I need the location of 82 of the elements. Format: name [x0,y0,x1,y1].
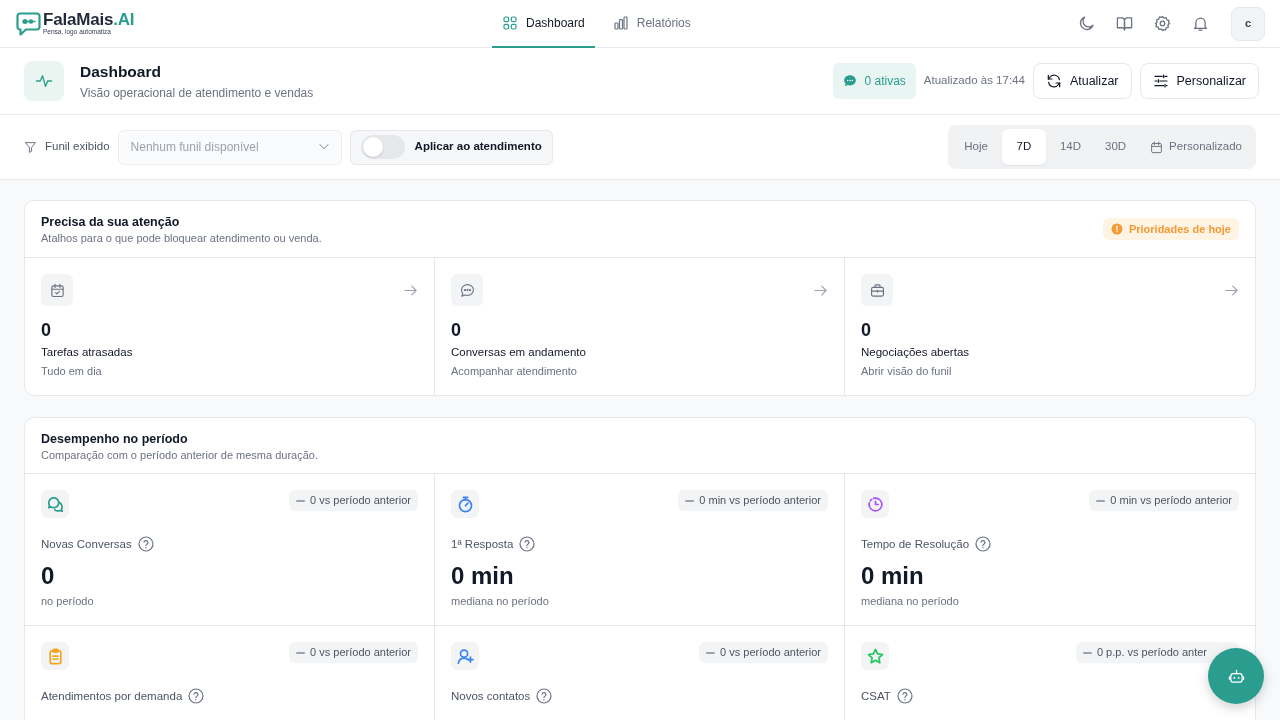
chat-icon [843,74,858,88]
page-title: Dashboard [80,61,162,82]
arrow-right-icon[interactable] [813,282,828,298]
minus-icon [1082,651,1092,654]
nav-tab[interactable]: Relatórios [602,0,701,48]
updated-time: Atualizado às 17:44 [923,73,1025,89]
metric-label: CSAT [861,689,891,704]
delta-text: 0 vs período anterior [720,645,821,661]
metric-value: 0 [41,561,56,591]
refresh-icon [1045,73,1062,89]
delta-text: 0 vs período anterior [310,493,411,509]
panel-title: Desempenho no período [41,431,189,447]
robot-icon [1227,667,1245,685]
minus-icon [706,651,716,654]
help-icon[interactable] [137,536,154,552]
panel-title: Precisa da sua atenção [41,214,181,230]
activity-icon [24,61,64,101]
metric-value: 0 min [451,561,515,591]
moon-icon [1077,15,1095,32]
active-count: 0 ativas [864,73,906,90]
metric-caption: no período [41,594,95,609]
metric-caption: mediana no período [861,594,960,609]
bar-chart-icon [612,15,629,31]
apply-toggle[interactable]: Aplicar ao atendimento [349,129,553,165]
page-subtitle: Visão operacional de atendimento e vendas [80,84,314,101]
toggle-switch[interactable] [360,135,405,159]
funnel-label: Funil exibido [45,139,110,155]
shortcut-count: 0 [861,319,872,341]
delta-text: 0 vs período anterior [310,645,411,661]
logo-icon [16,11,41,36]
help-icon[interactable] [188,688,205,704]
arrow-right-icon[interactable] [1224,282,1239,298]
shortcut-label: Negociações abertas [861,345,971,360]
alert-icon [1110,223,1123,235]
arrow-right-icon[interactable] [403,282,418,298]
help-icon[interactable] [896,688,913,704]
period-tab[interactable]: 30D [1095,129,1137,165]
calendar-check-icon [41,274,73,306]
shortcut-hint: Abrir visão do funil [861,364,953,379]
calendar-icon [1150,140,1164,154]
customize-button[interactable]: Personalizar [1139,63,1259,99]
bell-icon [1191,15,1209,32]
shortcut-count: 0 [41,319,52,341]
panel-subtitle: Atalhos para o que pode bloquear atendimento ou venda. [41,231,322,245]
help-icon[interactable] [519,536,536,552]
delta-text: 0 min vs período anterior [1110,493,1232,509]
period-tab[interactable]: 7D [1001,129,1046,165]
delta-text: 0 min vs período anterior [699,493,821,509]
shortcut-label: Conversas em andamento [451,345,587,360]
refresh-button[interactable]: Atualizar [1032,63,1132,99]
briefcase-icon [861,274,893,306]
help-icon[interactable] [536,688,553,704]
sliders-icon [1152,73,1169,89]
period-tab[interactable]: 14D [1049,129,1091,165]
priority-text: Prioridades de hoje [1128,221,1231,237]
delta-text: 0 p.p. vs período anter [1096,645,1207,661]
shortcut-count: 0 [451,319,462,341]
period-tab[interactable]: Hoje [954,129,998,165]
book-icon [1115,15,1133,32]
metric-caption: mediana no período [451,594,550,609]
minus-icon [296,651,306,654]
minus-icon [296,499,306,502]
user-avatar[interactable]: c [1231,6,1265,41]
settings-icon [1153,15,1171,32]
help-icon[interactable] [975,536,992,552]
metric-value: 0 min [861,561,925,591]
brand-name: FalaMais.AI [43,11,135,28]
metric-label: Novas Conversas [41,537,132,552]
panel-subtitle: Comparação com o período anterior de mesma duração. [41,448,319,462]
minus-icon [1096,499,1106,502]
metric-label: 1ª Resposta [451,537,514,552]
metric-label: Tempo de Resolução [861,537,970,552]
shortcut-hint: Acompanhar atendimento [451,364,578,379]
shortcut-label: Tarefas atrasadas [41,345,134,360]
metric-label: Atendimentos por demanda [41,689,183,704]
grid-icon [502,15,518,31]
minus-icon [685,499,695,502]
period-tab[interactable]: Personalizado [1140,129,1252,165]
shortcut-hint: Tudo em dia [41,364,103,379]
filter-icon [24,140,37,154]
chat-dots-icon [451,274,483,306]
metric-label: Novos contatos [451,689,531,704]
